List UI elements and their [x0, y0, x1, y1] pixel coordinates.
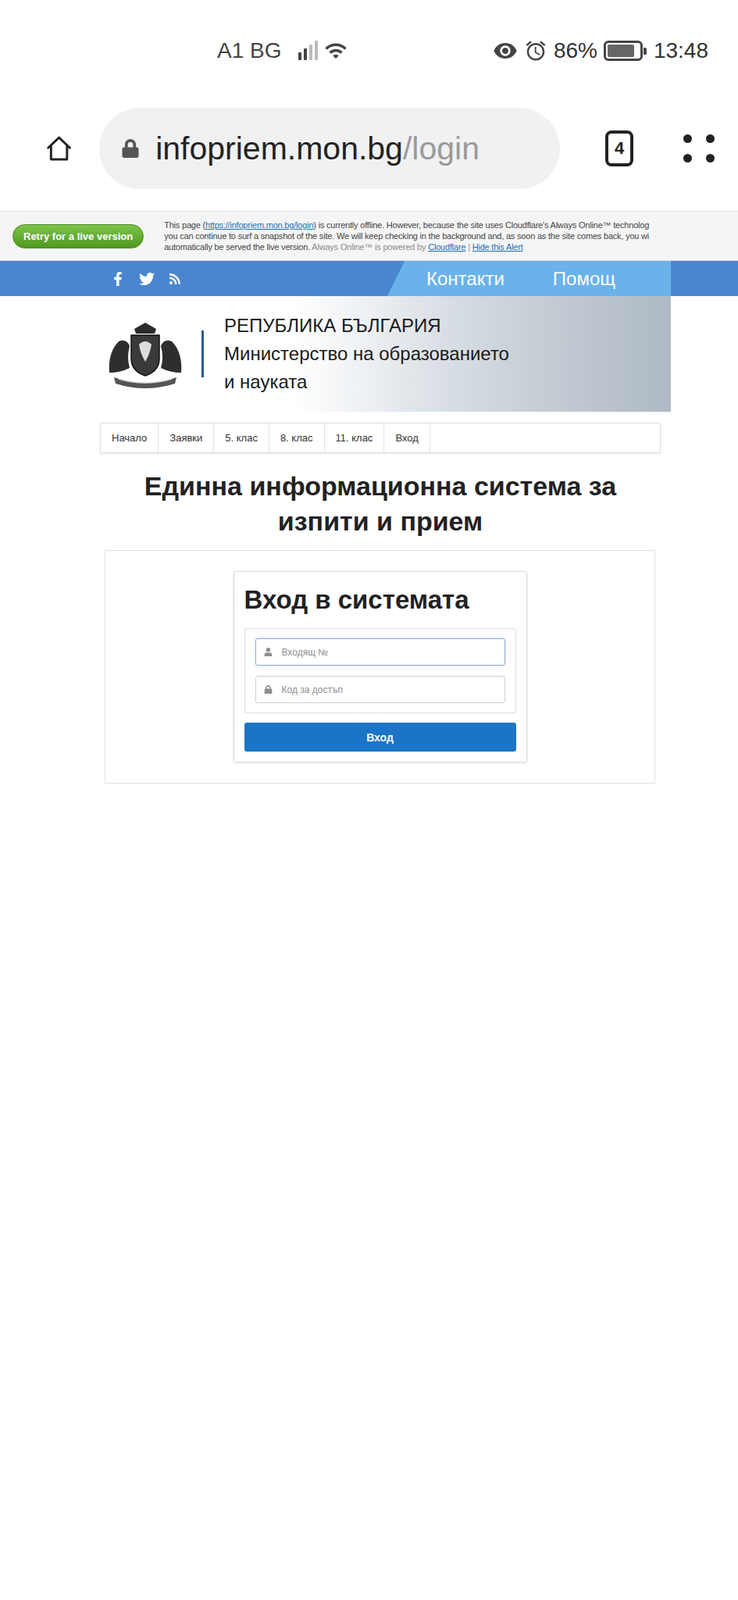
alert-text-segment: This page ( — [164, 220, 206, 230]
tab-count-button[interactable]: 4 — [605, 130, 634, 167]
menu-item[interactable]: Заявки — [158, 423, 214, 453]
alert-text: This page (https://infopriem.mon.bg/logi… — [164, 219, 649, 253]
signal-icon — [298, 41, 318, 61]
signal-bar — [303, 48, 307, 61]
user-icon — [263, 647, 273, 656]
menu-item[interactable]: 8. клас — [269, 423, 325, 453]
social-links — [99, 270, 182, 287]
menu-dots-icon[interactable] — [683, 134, 715, 163]
eye-icon — [492, 38, 518, 64]
login-field[interactable] — [255, 675, 506, 703]
site-nav: Контакти Помощ — [0, 260, 738, 296]
cloudflare-alert: Retry for a live version This page (https… — [0, 210, 738, 261]
phone-screen: A1 BG 86% 13:48 infopriem.mon.bg/login 4 Retr… — [0, 0, 738, 1600]
login-button[interactable]: Вход — [244, 722, 517, 752]
alarm-icon — [524, 39, 548, 63]
login-section: Вход в системата Вход — [104, 549, 656, 784]
menu-item[interactable]: Вход — [384, 423, 430, 453]
ministry-name: РЕПУБЛИКА БЪЛГАРИЯМинистерство на образо… — [224, 311, 510, 396]
alert-link[interactable]: Hide this Alert — [472, 242, 524, 252]
twitter-icon[interactable] — [139, 270, 155, 287]
login-input[interactable] — [280, 645, 497, 659]
login-fields — [244, 627, 517, 714]
browser-toolbar: infopriem.mon.bg/login 4 — [0, 101, 738, 196]
signal-bar — [298, 52, 302, 61]
home-icon[interactable] — [45, 130, 73, 167]
clock: 13:48 — [653, 38, 709, 64]
facebook-icon[interactable] — [110, 271, 125, 286]
login-title: Вход в системата — [244, 584, 517, 616]
nav-link[interactable]: Контакти — [426, 267, 505, 290]
header-divider — [201, 330, 204, 378]
alert-text-segment: ) is currently offline. However, because… — [313, 220, 649, 230]
alert-text-segment: you can continue to surf a snapshot of t… — [164, 231, 649, 241]
signal-bar — [314, 40, 318, 61]
battery-percent: 86% — [553, 38, 598, 64]
status-icons: 86% 13:48 — [492, 38, 709, 64]
page-title: Единна информационна система заизпити и … — [99, 468, 661, 539]
wifi-icon — [324, 39, 348, 63]
site-header: РЕПУБЛИКА БЪЛГАРИЯМинистерство на образо… — [99, 295, 671, 412]
carrier: A1 BG — [217, 38, 282, 64]
alert-text-segment: automatically be served the live version… — [164, 242, 312, 252]
battery-icon — [603, 40, 643, 61]
alert-text-segment: Always Online™ is powered by — [311, 242, 428, 252]
coat-of-arms-icon — [103, 317, 188, 390]
login-input[interactable] — [280, 683, 497, 696]
url[interactable]: infopriem.mon.bg/login — [155, 130, 480, 168]
lock-icon — [121, 139, 140, 158]
alert-line: you can continue to surf a snapshot of t… — [164, 230, 649, 242]
alert-line: This page (https://infopriem.mon.bg/logi… — [164, 219, 649, 231]
status-bar: A1 BG 86% 13:48 — [0, 0, 738, 102]
alert-link[interactable]: https://infopriem.mon.bg/login — [205, 220, 314, 230]
alert-text-segment: | — [465, 242, 472, 252]
retry-button[interactable]: Retry for a live version — [12, 224, 144, 249]
lock-icon — [263, 684, 273, 694]
menu-item[interactable]: 11. клас — [324, 423, 386, 453]
login-card: Вход в системата Вход — [233, 570, 528, 763]
nav-links: Контакти Помощ — [387, 260, 671, 296]
nav-link[interactable]: Помощ — [552, 267, 616, 290]
address-bar[interactable]: infopriem.mon.bg/login — [99, 107, 560, 189]
login-field[interactable] — [255, 638, 506, 666]
main-menu: НачалоЗаявки5. клас8. клас11. класВход — [99, 422, 661, 453]
signal-bar — [309, 44, 313, 61]
alert-line: automatically be served the live version… — [164, 241, 649, 253]
battery-fill — [607, 44, 635, 58]
menu-item[interactable]: 5. клас — [213, 423, 270, 453]
menu-item[interactable]: Начало — [100, 423, 159, 453]
alert-link[interactable]: Cloudflare — [427, 242, 466, 252]
rss-icon[interactable] — [168, 272, 182, 286]
